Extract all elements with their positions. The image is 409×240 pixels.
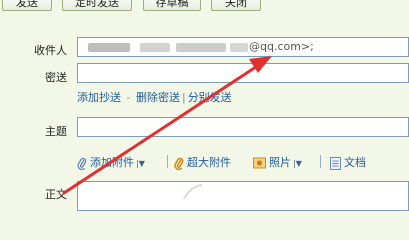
divider <box>167 155 168 168</box>
redacted-recipient <box>140 43 170 52</box>
add-attachment-label: 添加附件 <box>90 156 134 169</box>
paperclip-icon <box>77 157 87 170</box>
document-button[interactable]: 文档 <box>330 154 366 170</box>
add-attachment-button[interactable]: 添加附件 |▼ <box>77 154 145 170</box>
document-label: 文档 <box>344 156 366 169</box>
chevron-down-icon[interactable]: |▼ <box>136 159 145 168</box>
large-attachment-label: 超大附件 <box>187 156 231 169</box>
large-attachment-button[interactable]: 超大附件 <box>174 154 231 170</box>
subject-label: 主题 <box>45 125 67 138</box>
send-button[interactable]: 发送 <box>2 0 52 11</box>
document-icon <box>330 156 341 170</box>
recipient-links: 添加抄送 - 删除密送 | 分别发送 <box>77 89 232 105</box>
separate-send-link[interactable]: 分别发送 <box>188 91 232 104</box>
save-draft-button[interactable]: 存草稿 <box>143 0 201 11</box>
bcc-field[interactable] <box>77 63 409 83</box>
large-paperclip-icon <box>174 157 184 170</box>
subject-field[interactable] <box>77 117 409 137</box>
chevron-down-icon[interactable]: |▼ <box>293 159 302 168</box>
body-editor[interactable] <box>77 181 409 211</box>
redacted-recipient <box>176 43 226 52</box>
body-label: 正文 <box>45 188 67 201</box>
redacted-recipient <box>230 43 248 52</box>
photo-button[interactable]: 照片 |▼ <box>253 154 302 170</box>
remove-bcc-link[interactable]: 删除密送 <box>136 91 180 104</box>
to-label: 收件人 <box>34 44 67 57</box>
add-cc-link[interactable]: 添加抄送 <box>77 91 121 104</box>
watermark-logo <box>183 184 203 200</box>
timed-send-button[interactable]: 定时发送 <box>62 0 132 11</box>
close-button[interactable]: 关闭 <box>211 0 261 11</box>
to-field[interactable]: @qq.com>; <box>77 37 409 57</box>
photo-icon <box>253 157 266 169</box>
link-separator: - <box>123 91 134 104</box>
to-address-suffix: @qq.com>; <box>249 40 314 53</box>
divider <box>320 155 321 168</box>
redacted-recipient <box>88 43 130 52</box>
bcc-label: 密送 <box>45 71 67 84</box>
link-separator: | <box>181 91 186 104</box>
compose-toolbar: 发送 定时发送 存草稿 关闭 <box>0 0 409 14</box>
photo-label: 照片 <box>269 156 291 169</box>
